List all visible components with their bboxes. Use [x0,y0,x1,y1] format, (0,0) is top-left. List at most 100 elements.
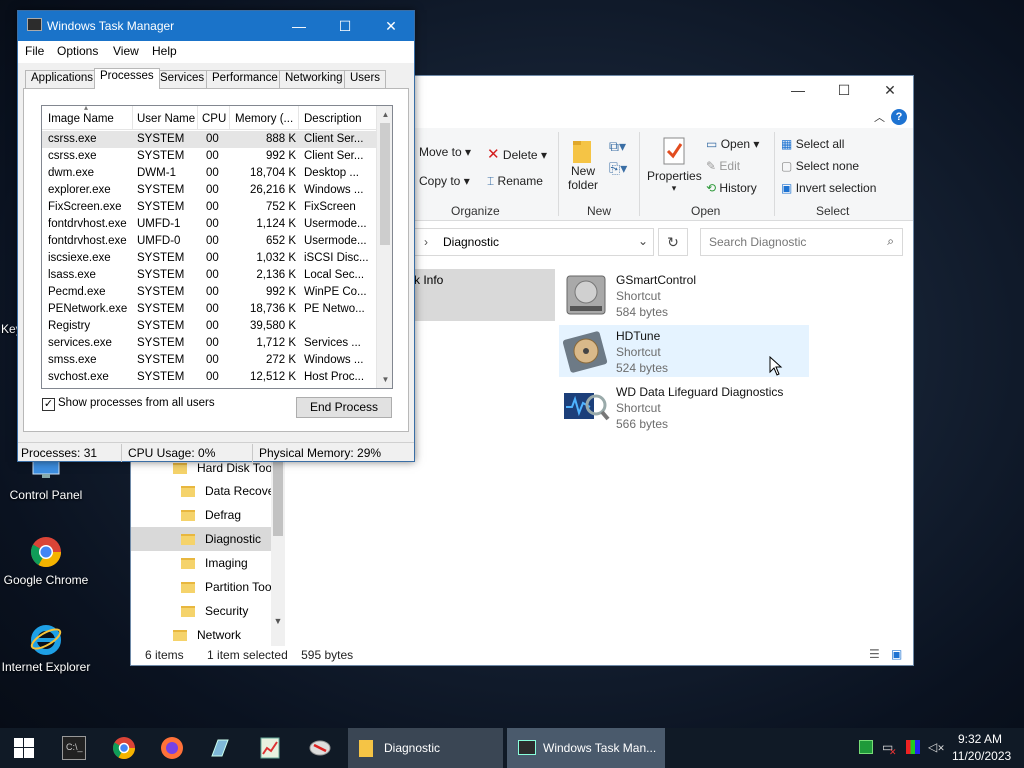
process-row[interactable]: csrss.exe SYSTEM 00 888 K Client Ser... [42,131,376,148]
process-row[interactable]: iscsiexe.exe SYSTEM 00 1,032 K iSCSI Disc... [42,250,376,267]
start-button[interactable] [0,728,48,768]
search-input[interactable]: Search Diagnostic ⌕ [700,228,903,256]
taskbar-app-diagnostic[interactable]: Diagnostic [348,728,503,768]
delete-button[interactable]: ✕ Delete ▾ [487,145,547,163]
nav-item-network[interactable]: Network [173,623,241,647]
show-all-users-label[interactable]: Show processes from all users [58,397,215,409]
nav-item-defrag[interactable]: Defrag [181,503,241,527]
close-button[interactable]: ✕ [867,76,913,104]
details-view-icon[interactable]: ☰ [869,647,880,661]
nav-scroll-down-icon[interactable]: ▼ [271,616,285,626]
scroll-down-icon[interactable]: ▼ [377,371,392,388]
process-list-scrollbar[interactable]: ▲ ▼ [376,106,392,388]
command-prompt-icon[interactable]: C:\_ [62,736,86,760]
notepad-icon[interactable] [208,736,232,760]
file-item-wd-diagnostics[interactable]: WD Data Lifeguard Diagnostics Shortcut 5… [559,381,809,433]
large-icons-view-icon[interactable]: ▣ [891,647,902,661]
processes-panel: ▴ Image Name User Name CPU Memory (... D… [23,88,409,432]
copy-to-button[interactable]: Copy to ▾ [419,174,470,188]
volume-muted-icon[interactable]: ◁✕ [928,740,945,754]
edit-button[interactable]: ✎ Edit [706,159,740,173]
network-disconnected-icon[interactable]: ▭ ✕ [882,740,897,757]
nav-item-imaging[interactable]: Imaging [181,551,248,575]
menu-options[interactable]: Options [57,44,98,58]
invert-selection-button[interactable]: ▣ Invert selection [781,181,876,195]
nav-item-security[interactable]: Security [181,599,248,623]
desktop-icon-chrome[interactable]: Google Chrome [1,535,91,587]
breadcrumb-current[interactable]: Diagnostic [443,235,499,249]
select-none-button[interactable]: ▢ Select none [781,159,859,173]
minimize-button[interactable]: — [775,76,821,104]
clock-date[interactable]: 11/20/2023 [952,749,1011,763]
file-item-gsmartcontrol[interactable]: GSmartControl Shortcut 584 bytes [559,269,809,321]
history-button[interactable]: ⟲ History [706,181,757,195]
process-row[interactable]: Registry SYSTEM 00 39,580 K [42,318,376,335]
column-description[interactable]: Description [304,113,362,125]
menu-help[interactable]: Help [152,44,177,58]
tab-users[interactable]: Users [344,70,387,88]
color-settings-icon[interactable] [906,740,920,754]
process-user-name: UMFD-0 [137,235,181,247]
nav-scrollbar[interactable]: ▼ [271,456,285,646]
move-to-button[interactable]: Move to ▾ [419,145,471,159]
refresh-button[interactable]: ↻ [658,228,688,256]
close-button[interactable]: ✕ [368,11,414,41]
address-dropdown-icon[interactable]: ⌄ [638,234,648,248]
process-row[interactable]: dwm.exe DWM-1 00 18,704 K Desktop ... [42,165,376,182]
tab-networking[interactable]: Networking [279,70,349,88]
show-all-users-checkbox[interactable]: ✓ [42,398,55,411]
nav-scroll-thumb[interactable] [273,456,283,536]
column-memory[interactable]: Memory (... [235,113,293,125]
scroll-up-icon[interactable]: ▲ [377,106,392,123]
desktop-icon-ie[interactable]: Internet Explorer [1,622,91,674]
process-row[interactable]: Pecmd.exe SYSTEM 00 992 K WinPE Co... [42,284,376,301]
disk-tool-icon[interactable] [308,736,332,760]
process-row[interactable]: explorer.exe SYSTEM 00 26,216 K Windows ... [42,182,376,199]
scroll-thumb[interactable] [380,123,390,245]
maximize-button[interactable]: ☐ [322,11,368,41]
easy-access-icon[interactable]: ⎘▾ [609,160,627,177]
process-row[interactable]: services.exe SYSTEM 00 1,712 K Services ... [42,335,376,352]
maximize-button[interactable]: ☐ [821,76,867,104]
menu-file[interactable]: File [25,44,44,58]
folder-icon [181,606,195,618]
menu-view[interactable]: View [113,44,139,58]
firefox-icon[interactable] [160,736,184,760]
ribbon-collapse-icon[interactable]: ︿ [874,109,885,125]
process-row[interactable]: smss.exe SYSTEM 00 272 K Windows ... [42,352,376,369]
process-row[interactable]: csrss.exe SYSTEM 00 992 K Client Ser... [42,148,376,165]
tab-processes[interactable]: Processes [94,68,160,89]
process-row[interactable]: fontdrvhost.exe UMFD-0 00 652 K Usermode... [42,233,376,250]
tab-services[interactable]: Services [154,70,211,88]
tab-performance[interactable]: Performance [206,70,284,88]
new-folder-button[interactable]: New folder [567,138,599,192]
column-user-name[interactable]: User Name [137,113,195,125]
process-row[interactable]: svchost.exe SYSTEM 00 12,512 K Host Proc... [42,369,376,386]
taskbar-app-task-manager[interactable]: Windows Task Man... [507,728,665,768]
process-list[interactable]: ▴ Image Name User Name CPU Memory (... D… [41,105,393,389]
properties-button[interactable]: Properties ▾ [647,136,702,194]
nav-item-data-recovery[interactable]: Data Recovery [181,479,271,503]
select-all-button[interactable]: ▦ Select all [781,137,844,151]
column-cpu[interactable]: CPU [202,113,226,125]
column-image-name[interactable]: Image Name [48,113,114,125]
process-row[interactable]: PENetwork.exe SYSTEM 00 18,736 K PE Netwo... [42,301,376,318]
end-process-button[interactable]: End Process [296,397,392,418]
process-row[interactable]: lsass.exe SYSTEM 00 2,136 K Local Sec... [42,267,376,284]
process-row[interactable]: fontdrvhost.exe UMFD-1 00 1,124 K Usermode..… [42,216,376,233]
minimize-button[interactable]: — [276,11,322,41]
spreadsheet-icon[interactable] [258,736,282,760]
status-separator [121,444,122,462]
clock-time[interactable]: 9:32 AM [958,732,1002,746]
tab-applications[interactable]: Applications [25,70,100,88]
tray-green-icon[interactable] [859,740,873,754]
new-item-icon[interactable]: ⧉▾ [609,138,626,155]
help-icon[interactable]: ? [891,109,907,125]
nav-item-partition-tools[interactable]: Partition Tools [181,575,271,599]
task-manager-titlebar[interactable]: Windows Task Manager — ☐ ✕ [18,11,414,41]
rename-button[interactable]: ⌶ Rename [487,174,543,189]
chrome-icon[interactable] [112,736,136,760]
process-row[interactable]: FixScreen.exe SYSTEM 00 752 K FixScreen [42,199,376,216]
open-button[interactable]: ▭ Open ▾ [706,137,759,151]
nav-item-diagnostic[interactable]: Diagnostic [181,527,261,551]
